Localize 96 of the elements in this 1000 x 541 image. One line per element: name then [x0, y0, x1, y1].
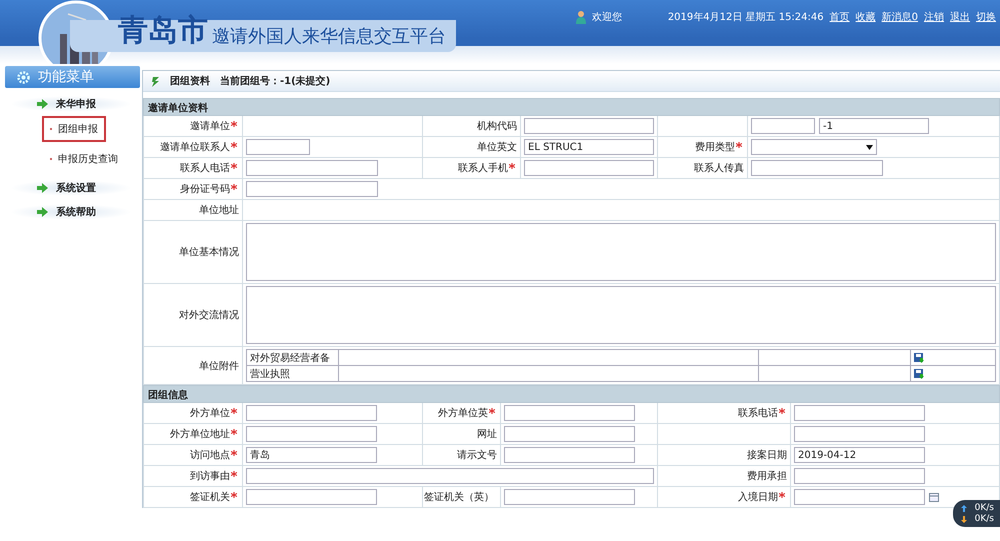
input-field[interactable] — [794, 426, 925, 442]
header-link[interactable]: 新消息0 — [882, 10, 918, 24]
city-name: 青岛市 — [118, 16, 208, 46]
date-time: 2019年4月12日 星期五 15:24:46 — [668, 10, 824, 24]
input-field[interactable] — [504, 405, 635, 421]
field-label: 联系电话 — [738, 406, 778, 420]
field-label: 单位地址 — [199, 204, 239, 217]
attachment-name: 对外贸易经营者备 — [247, 350, 339, 366]
field-label: 联系人传真 — [694, 162, 744, 175]
arrow-icon — [36, 183, 48, 193]
field-label: 机构代码 — [477, 120, 517, 133]
input-field[interactable] — [504, 426, 635, 442]
section-header: 邀请单位资料 — [143, 98, 1000, 116]
input-field[interactable] — [246, 489, 377, 505]
header-link[interactable]: 首页 — [830, 10, 850, 24]
input-field[interactable] — [246, 426, 377, 442]
upload-speed: 0K/s — [974, 503, 994, 513]
field-label: 外方单位 — [190, 406, 230, 420]
input-field[interactable] — [246, 139, 310, 155]
field-label: 单位附件 — [199, 360, 239, 372]
input-field[interactable] — [504, 447, 635, 463]
input-field[interactable] — [524, 160, 654, 176]
required-icon — [231, 471, 237, 477]
field-label: 对外交流情况 — [179, 308, 239, 322]
download-icon — [914, 368, 924, 378]
field-label: 费用类型 — [695, 140, 735, 154]
required-icon — [779, 492, 785, 498]
input-field[interactable]: 青岛 — [246, 447, 377, 463]
field-label: 身份证号码 — [180, 183, 230, 196]
required-icon — [231, 408, 237, 414]
field-label: 邀请单位联系人 — [160, 140, 230, 154]
required-icon — [231, 163, 237, 169]
panel-title: 团组资料 — [170, 74, 210, 88]
input-field[interactable] — [524, 118, 654, 134]
input-field[interactable]: -1 — [819, 118, 929, 134]
required-icon — [231, 429, 237, 435]
header-link[interactable]: 退出 — [950, 10, 970, 24]
field-label: 签证机关（英） — [424, 490, 494, 504]
input-field[interactable] — [246, 468, 654, 484]
input-field[interactable] — [246, 160, 378, 176]
input-field[interactable]: EL STRUC1 — [524, 139, 654, 155]
calendar-icon — [929, 492, 939, 502]
field-label: 接案日期 — [747, 448, 787, 462]
required-icon — [489, 408, 495, 414]
group-number: 当前团组号：-1(未提交) — [220, 74, 330, 88]
site-title: 邀请外国人来华信息交互平台 — [212, 25, 446, 48]
input-field[interactable] — [751, 160, 883, 176]
arrow-icon — [36, 99, 48, 109]
input-field[interactable] — [751, 118, 815, 134]
attachment-name: 营业执照 — [247, 366, 339, 382]
settings-icon — [17, 70, 30, 84]
menu-item[interactable]: 团组申报 — [42, 116, 106, 142]
header-link[interactable]: 切换 — [976, 10, 996, 24]
input-field[interactable]: 2019-04-12 — [794, 447, 925, 463]
field-label: 费用承担 — [747, 470, 787, 483]
input-field[interactable] — [794, 489, 925, 505]
required-icon — [509, 163, 515, 169]
required-icon — [736, 142, 742, 148]
field-label: 访问地点 — [190, 448, 230, 462]
arrow-icon — [36, 207, 48, 217]
section-header: 团组信息 — [143, 385, 1000, 403]
field-label: 单位基本情况 — [179, 246, 239, 259]
field-label: 联系人手机 — [458, 162, 508, 175]
input-field[interactable] — [246, 405, 377, 421]
field-label: 外方单位英 — [438, 406, 488, 420]
required-icon — [779, 408, 785, 414]
download-speed: 0K/s — [974, 514, 994, 524]
input-field[interactable] — [794, 468, 925, 484]
download-icon — [914, 352, 924, 362]
required-icon — [231, 450, 237, 456]
required-icon — [231, 492, 237, 498]
field-label: 入境日期 — [738, 490, 778, 504]
required-icon — [231, 142, 237, 148]
header-link[interactable]: 收藏 — [856, 10, 876, 24]
welcome-text: 欢迎您 — [592, 10, 622, 24]
menu-title: 功能菜单 — [38, 68, 94, 86]
upload-icon — [960, 504, 967, 512]
menu-item[interactable]: 申报历史查询 — [42, 146, 126, 172]
field-label: 请示文号 — [457, 448, 497, 462]
field-label: 邀请单位 — [190, 120, 230, 133]
required-icon — [231, 184, 237, 190]
input-field[interactable] — [794, 405, 925, 421]
field-label: 单位英文 — [477, 140, 517, 154]
field-label: 网址 — [477, 428, 497, 441]
input-field[interactable] — [246, 181, 378, 197]
dropdown-icon — [866, 144, 873, 150]
required-icon — [231, 121, 237, 127]
download-icon — [960, 516, 967, 522]
header-link[interactable]: 注销 — [924, 10, 944, 24]
field-label: 外方单位地址 — [170, 428, 230, 441]
field-label: 联系人电话 — [180, 162, 230, 175]
select-field[interactable] — [751, 139, 877, 155]
user-icon — [576, 10, 586, 24]
input-field[interactable] — [504, 489, 635, 505]
field-label: 到访事由 — [190, 470, 230, 483]
field-label: 签证机关 — [190, 490, 230, 504]
